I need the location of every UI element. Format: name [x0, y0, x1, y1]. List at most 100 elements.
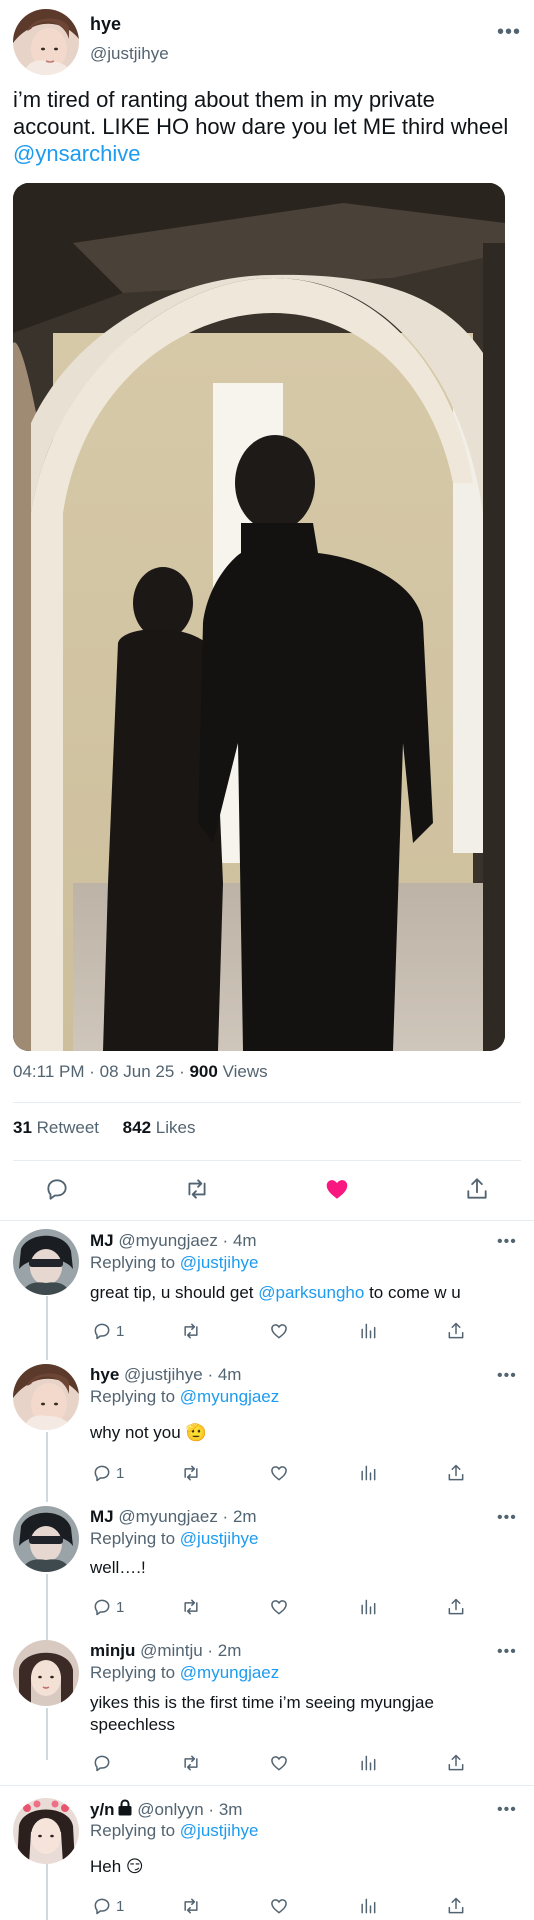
reply-body: great tip, u should get: [90, 1283, 259, 1302]
heart-icon[interactable]: [269, 1321, 289, 1341]
reply-avatar[interactable]: [13, 1640, 79, 1706]
more-icon[interactable]: •••: [497, 1510, 517, 1526]
replying-to: Replying to @justjihye: [90, 1253, 258, 1273]
views-icon[interactable]: [358, 1753, 378, 1773]
heart-icon[interactable]: [269, 1463, 289, 1483]
reply-body-end: to come w u: [364, 1283, 461, 1302]
share-icon[interactable]: [446, 1597, 466, 1617]
tweet-date: 08 Jun 25: [99, 1062, 175, 1081]
more-icon[interactable]: •••: [497, 1368, 517, 1384]
reply-icon[interactable]: [44, 1176, 70, 1202]
more-icon[interactable]: •••: [497, 1802, 517, 1818]
share-icon[interactable]: [464, 1176, 490, 1202]
reply-action[interactable]: 1: [92, 1321, 124, 1341]
replying-to-link[interactable]: @myungjaez: [180, 1387, 279, 1406]
header-sep: ·: [202, 1365, 218, 1384]
reply-header: minju @mintju · 2m: [90, 1641, 241, 1661]
retweet-icon[interactable]: [181, 1321, 201, 1341]
more-icon[interactable]: •••: [497, 1644, 517, 1660]
retweet-icon[interactable]: [184, 1176, 210, 1202]
header-sep: ·: [203, 1800, 219, 1819]
more-icon[interactable]: •••: [497, 1234, 517, 1250]
reply-avatar[interactable]: [13, 1506, 79, 1572]
reply-author-name[interactable]: hye: [90, 1365, 119, 1384]
replying-label: Replying to: [90, 1821, 176, 1840]
heart-icon[interactable]: [269, 1753, 289, 1773]
retweet-icon[interactable]: [181, 1896, 201, 1916]
replying-to-link[interactable]: @justjihye: [180, 1529, 259, 1548]
views-icon[interactable]: [358, 1896, 378, 1916]
retweets-stat[interactable]: 31 Retweet: [13, 1118, 99, 1137]
lock-icon: [118, 1799, 132, 1816]
thread-line: [46, 1708, 48, 1760]
reply-count: 1: [116, 1322, 125, 1340]
reply-author-handle[interactable]: @onlyyn: [137, 1800, 203, 1819]
replying-label: Replying to: [90, 1663, 176, 1682]
reply-time: 2m: [232, 1507, 257, 1526]
heart-icon[interactable]: [269, 1597, 289, 1617]
tweet-text: i’m tired of ranting about them in my pr…: [13, 86, 518, 167]
share-icon[interactable]: [446, 1463, 466, 1483]
tweet-mention-link[interactable]: @ynsarchive: [13, 141, 141, 166]
reply-author-handle[interactable]: @myungjaez: [118, 1507, 217, 1526]
replying-label: Replying to: [90, 1529, 176, 1548]
share-icon[interactable]: [446, 1321, 466, 1341]
more-icon[interactable]: •••: [497, 22, 521, 42]
reply-action[interactable]: 1: [92, 1463, 124, 1483]
reply-time: 4m: [232, 1231, 257, 1250]
tweet-stats: 31 Retweet 842 Likes: [13, 1118, 195, 1138]
replying-to: Replying to @myungjaez: [90, 1663, 279, 1683]
reply-author-name[interactable]: MJ: [90, 1507, 114, 1526]
divider: [0, 1220, 534, 1221]
views-icon[interactable]: [358, 1321, 378, 1341]
reply-text: well….!: [90, 1558, 146, 1577]
meta-sep: ·: [179, 1062, 190, 1081]
replying-to-link[interactable]: @justjihye: [180, 1253, 259, 1272]
reply-icon: [94, 1323, 110, 1340]
reply-author-name[interactable]: minju: [90, 1641, 135, 1660]
reply-author-handle[interactable]: @justjihye: [124, 1365, 203, 1384]
reply-author-handle[interactable]: @mintju: [140, 1641, 203, 1660]
author-name[interactable]: hye: [90, 14, 121, 35]
retweet-icon[interactable]: [181, 1753, 201, 1773]
reply-author-name[interactable]: y/n: [90, 1800, 115, 1819]
heart-icon[interactable]: [269, 1896, 289, 1916]
reply-count: 1: [116, 1598, 125, 1616]
replying-to-link[interactable]: @myungjaez: [180, 1663, 279, 1682]
reply-action[interactable]: [92, 1753, 116, 1773]
reply-icon: [94, 1465, 110, 1482]
thread-line: [46, 1432, 48, 1502]
divider: [13, 1102, 521, 1103]
reply-header: hye @justjihye · 4m: [90, 1365, 241, 1385]
views-icon[interactable]: [358, 1597, 378, 1617]
replying-to-link[interactable]: @justjihye: [180, 1821, 259, 1840]
views-icon[interactable]: [358, 1463, 378, 1483]
reply-header: MJ @myungjaez · 2m: [90, 1507, 257, 1527]
retweets-label: Retweet: [36, 1118, 100, 1137]
share-icon[interactable]: [446, 1753, 466, 1773]
share-icon[interactable]: [446, 1896, 466, 1916]
reply-header: MJ @myungjaez · 4m: [90, 1231, 257, 1251]
likes-stat[interactable]: 842 Likes: [123, 1118, 196, 1137]
reply-avatar[interactable]: [13, 1364, 79, 1430]
tweet-photo[interactable]: [13, 183, 505, 1051]
reply-action[interactable]: 1: [92, 1896, 124, 1916]
retweet-icon[interactable]: [181, 1597, 201, 1617]
reply-author-handle[interactable]: @myungjaez: [118, 1231, 217, 1250]
replying-label: Replying to: [90, 1253, 176, 1272]
reply-avatar[interactable]: [13, 1798, 79, 1864]
likes-count: 842: [122, 1118, 152, 1137]
reply-mention-link[interactable]: @parksungho: [258, 1283, 364, 1302]
reply-count: 1: [116, 1897, 125, 1915]
header-sep: ·: [217, 1507, 233, 1526]
reply-author-name[interactable]: MJ: [90, 1231, 114, 1250]
views-label: Views: [222, 1062, 268, 1081]
author-handle[interactable]: @justjihye: [90, 44, 169, 64]
reply-header: y/n @onlyyn · 3m: [90, 1799, 242, 1820]
retweet-icon[interactable]: [181, 1463, 201, 1483]
author-avatar[interactable]: [13, 9, 79, 75]
reply-action[interactable]: 1: [92, 1597, 124, 1617]
tweet-time: 04:11 PM: [13, 1062, 85, 1081]
reply-avatar[interactable]: [13, 1229, 79, 1295]
heart-icon[interactable]: [324, 1176, 350, 1202]
